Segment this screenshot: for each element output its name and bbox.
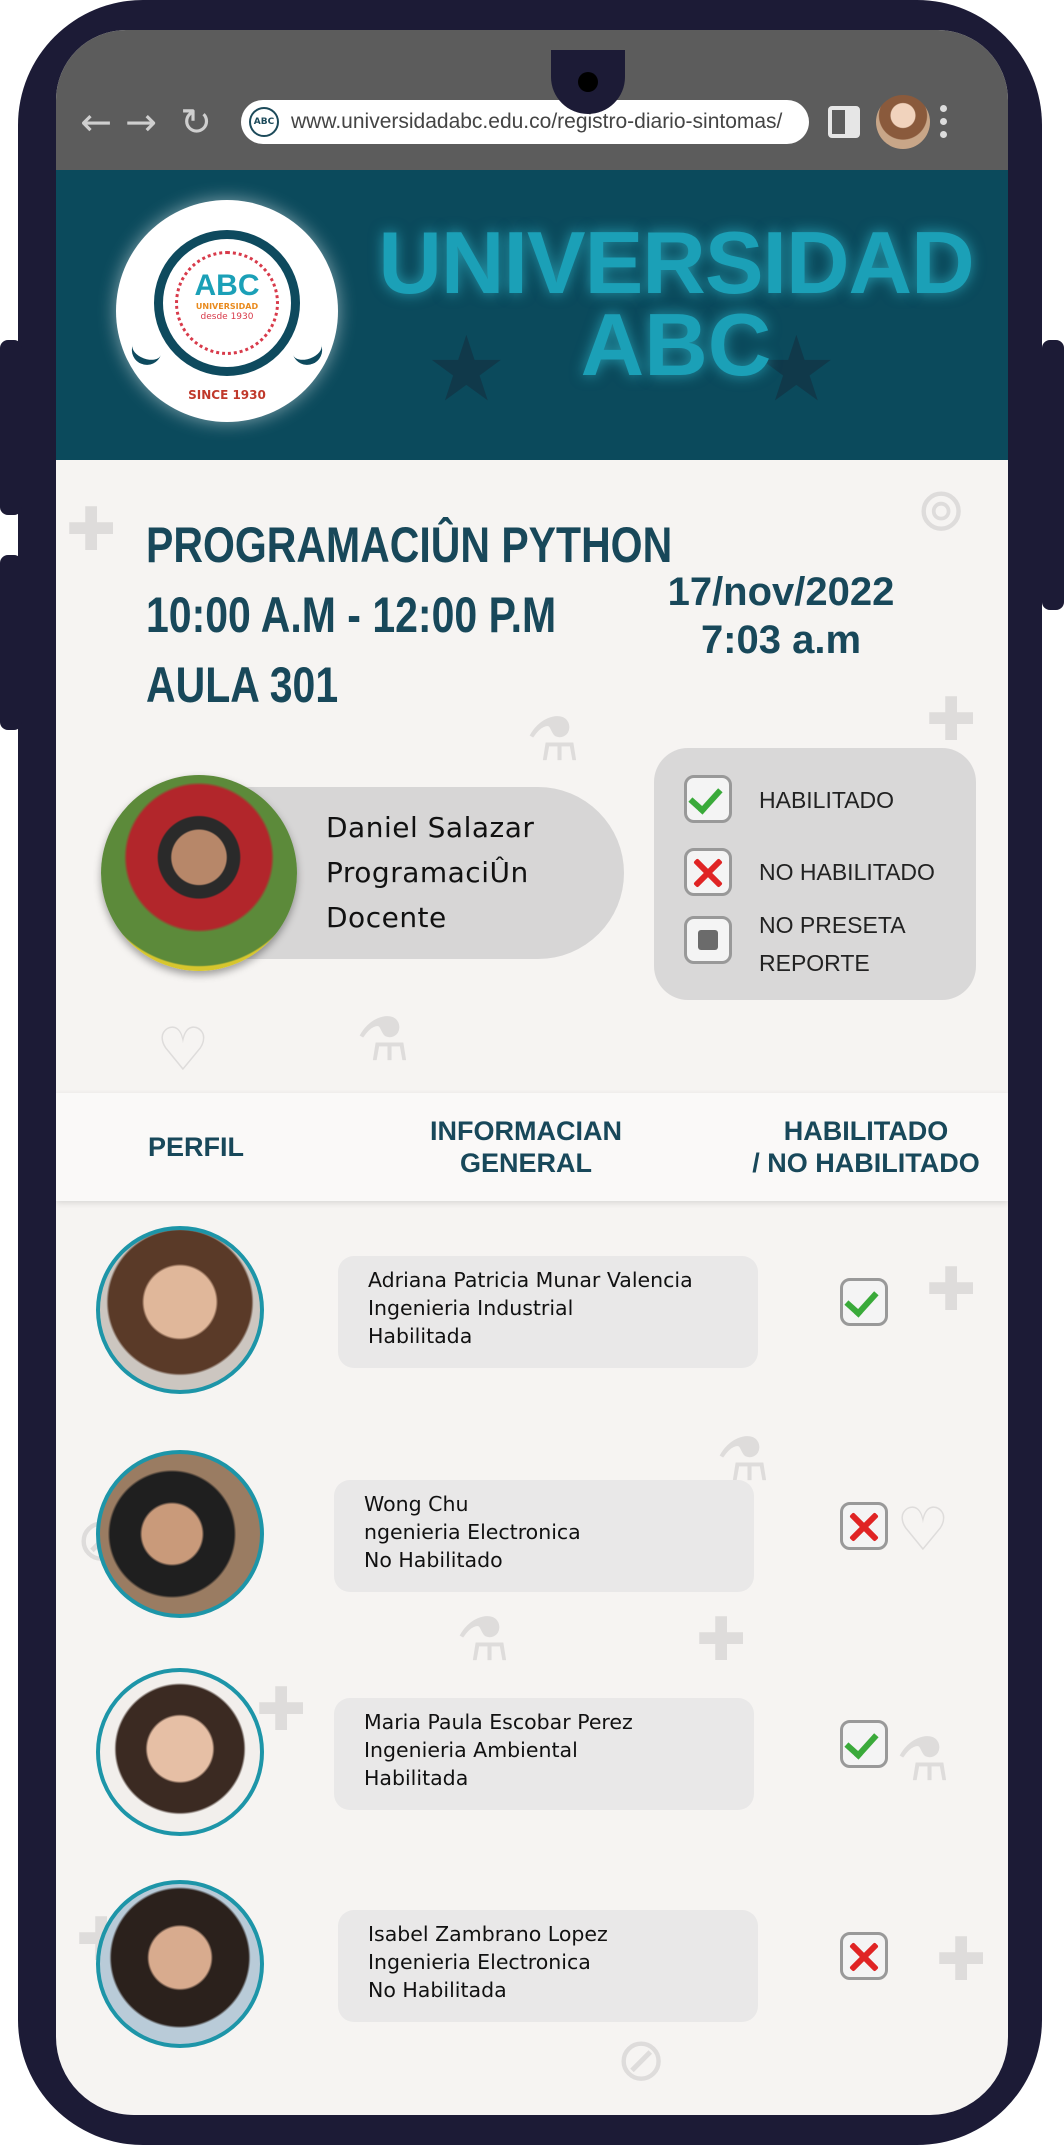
student-info: Maria Paula Escobar Perez Ingenieria Amb…: [334, 1698, 754, 1810]
site-favicon: ABC: [249, 107, 279, 137]
university-title: UNIVERSIDAD ABC: [378, 213, 974, 394]
col-info: INFORMACIAN GENERAL: [430, 1116, 622, 1178]
table-row: Wong Chu ngenieria Electronica No Habili…: [56, 1450, 1008, 1630]
teacher-role: Docente: [326, 901, 447, 934]
university-logo: ABC UNIVERSIDAD desde 1930 SINCE 1930: [116, 200, 338, 422]
student-info: Isabel Zambrano Lopez Ingenieria Electro…: [338, 1910, 758, 2022]
current-time: 7:03 a.m: [700, 618, 862, 662]
student-photo: [96, 1880, 264, 2048]
student-info: Adriana Patricia Munar Valencia Ingenier…: [338, 1256, 758, 1368]
cross-icon: [684, 848, 732, 896]
legend-no-report-1: NO PRESETA: [759, 912, 906, 938]
student-status: No Habilitada: [368, 1978, 507, 2002]
side-button-left: [0, 340, 22, 515]
university-header: ABC UNIVERSIDAD desde 1930 SINCE 1930 ★ …: [56, 170, 1008, 460]
legend-no-report-2: REPORTE: [759, 950, 870, 976]
phone-screen: ✚ ⊚ ⚗ ✚ ⚗ ♡ ✚ ⚗ ⊘ ♡ ✚ ⚗ ✚ ⚗ ✚ ✚ ⊘ ← → ↻ …: [56, 30, 1008, 2115]
url-text: www.universidadabc.edu.co/registro-diari…: [291, 110, 783, 133]
course-room: AULA 301: [146, 657, 339, 713]
student-status: No Habilitado: [364, 1548, 503, 1572]
student-program: Ingenieria Ambiental: [364, 1738, 578, 1762]
student-name: Wong Chu: [364, 1492, 469, 1516]
teacher-name: Daniel Salazar: [326, 811, 535, 844]
legend-enabled: HABILITADO: [759, 787, 895, 813]
course-name: PROGRAMACIÛN PYTHON: [146, 517, 673, 573]
student-photo: [96, 1668, 264, 1836]
browser-toolbar: ← → ↻ ABC www.universidadabc.edu.co/regi…: [56, 30, 1008, 170]
reload-icon[interactable]: ↻: [174, 100, 218, 144]
student-name: Adriana Patricia Munar Valencia: [368, 1268, 693, 1292]
table-row: Isabel Zambrano Lopez Ingenieria Electro…: [56, 1880, 1008, 2060]
teacher-subject: ProgramaciÛn: [326, 856, 529, 889]
menu-kebab-icon[interactable]: [940, 102, 948, 142]
check-icon: [684, 775, 732, 823]
student-program: Ingenieria Industrial: [368, 1296, 574, 1320]
table-row: Adriana Patricia Munar Valencia Ingenier…: [56, 1226, 1008, 1406]
status-legend: HABILITADO NO HABILITADO NO PRESETA REPO…: [654, 748, 976, 1000]
student-photo: [96, 1226, 264, 1394]
legend-disabled: NO HABILITADO: [759, 859, 935, 885]
side-button-left-2: [0, 555, 22, 730]
student-name: Maria Paula Escobar Perez: [364, 1710, 633, 1734]
course-schedule: 10:00 A.M - 12:00 P.M: [146, 587, 557, 643]
side-button-right: [1042, 340, 1064, 610]
col-profile: PERFIL: [147, 1132, 244, 1162]
col-status: HABILITADO / NO HABILITADO: [752, 1116, 980, 1178]
arrow-left-icon[interactable]: ←: [74, 100, 118, 144]
course-info: PROGRAMACIÛN PYTHON 10:00 A.M - 12:00 P.…: [146, 510, 672, 720]
table-row: Maria Paula Escobar Perez Ingenieria Amb…: [56, 1668, 1008, 1848]
arrow-right-icon[interactable]: →: [119, 100, 163, 144]
date-time: 17/nov/2022 7:03 a.m: [656, 568, 906, 664]
student-info: Wong Chu ngenieria Electronica No Habili…: [334, 1480, 754, 1592]
student-photo: [96, 1450, 264, 1618]
tabs-icon[interactable]: [828, 106, 860, 138]
student-program: Ingenieria Electronica: [368, 1950, 591, 1974]
teacher-photo: [101, 775, 297, 971]
current-date: 17/nov/2022: [667, 570, 895, 614]
student-name: Isabel Zambrano Lopez: [368, 1922, 608, 1946]
square-icon: [684, 916, 732, 964]
profile-avatar[interactable]: [876, 95, 930, 149]
student-program: ngenieria Electronica: [364, 1520, 581, 1544]
teacher-info: Daniel Salazar ProgramaciÛn Docente: [326, 805, 534, 940]
address-bar[interactable]: ABC www.universidadabc.edu.co/registro-d…: [241, 100, 809, 144]
student-status: Habilitada: [364, 1766, 469, 1790]
student-status: Habilitada: [368, 1324, 473, 1348]
table-header: PERFIL INFORMACIAN GENERAL HABILITADO / …: [56, 1093, 1008, 1201]
